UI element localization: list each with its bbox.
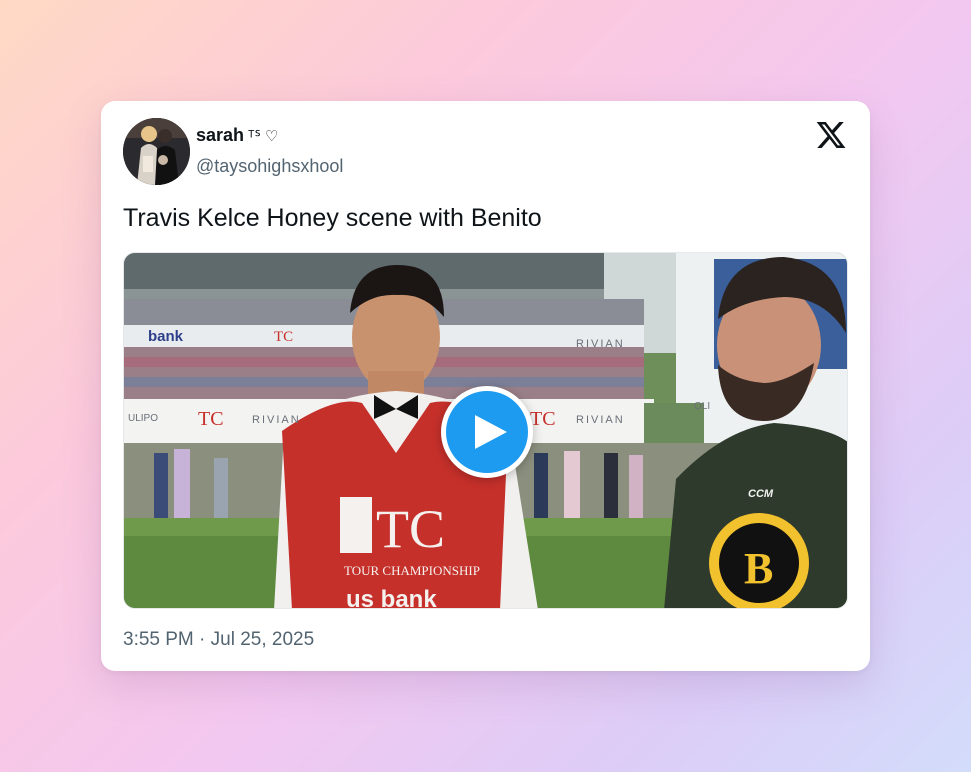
- tweet-text: Travis Kelce Honey scene with Benito: [123, 204, 542, 232]
- avatar[interactable]: [123, 118, 190, 185]
- jersey-brand: CCM: [748, 488, 774, 500]
- vest-tc: TC: [376, 499, 445, 559]
- banner-rivian-c: RIVIAN: [576, 414, 625, 426]
- display-name-text: sarah: [196, 125, 245, 145]
- banner-tc-a: TC: [274, 329, 293, 345]
- display-name[interactable]: sarah ᵀᔆ ♡: [196, 125, 278, 146]
- banner-tc-b: TC: [198, 408, 224, 430]
- display-name-suffix: ᵀᔆ ♡: [248, 128, 279, 145]
- vest-bank: us bank: [346, 586, 437, 609]
- user-handle[interactable]: @taysohighsxhool: [196, 156, 343, 177]
- tweet-card[interactable]: sarah ᵀᔆ ♡ @taysohighsxhool Travis Kelce …: [101, 101, 870, 671]
- banner-bank: bank: [148, 328, 184, 345]
- jersey-logo: B: [744, 544, 773, 593]
- banner-rivian-a: RIVIAN: [576, 338, 625, 350]
- tweet-timestamp[interactable]: 3:55 PM · Jul 25, 2025: [123, 629, 314, 651]
- banner-tc-c: TC: [530, 408, 556, 430]
- play-button[interactable]: [441, 386, 533, 478]
- play-icon: [475, 415, 507, 449]
- x-logo-icon[interactable]: [815, 119, 847, 151]
- banner-ulipo: ULIPO: [128, 413, 158, 424]
- video-player[interactable]: bank TC RIVIAN ULIPO TC RIVIAN TC RIVIAN…: [123, 252, 848, 609]
- banner-oli: OLI: [694, 401, 710, 412]
- vest-line: TOUR CHAMPIONSHIP: [344, 563, 480, 578]
- banner-rivian-b: RIVIAN: [252, 414, 301, 426]
